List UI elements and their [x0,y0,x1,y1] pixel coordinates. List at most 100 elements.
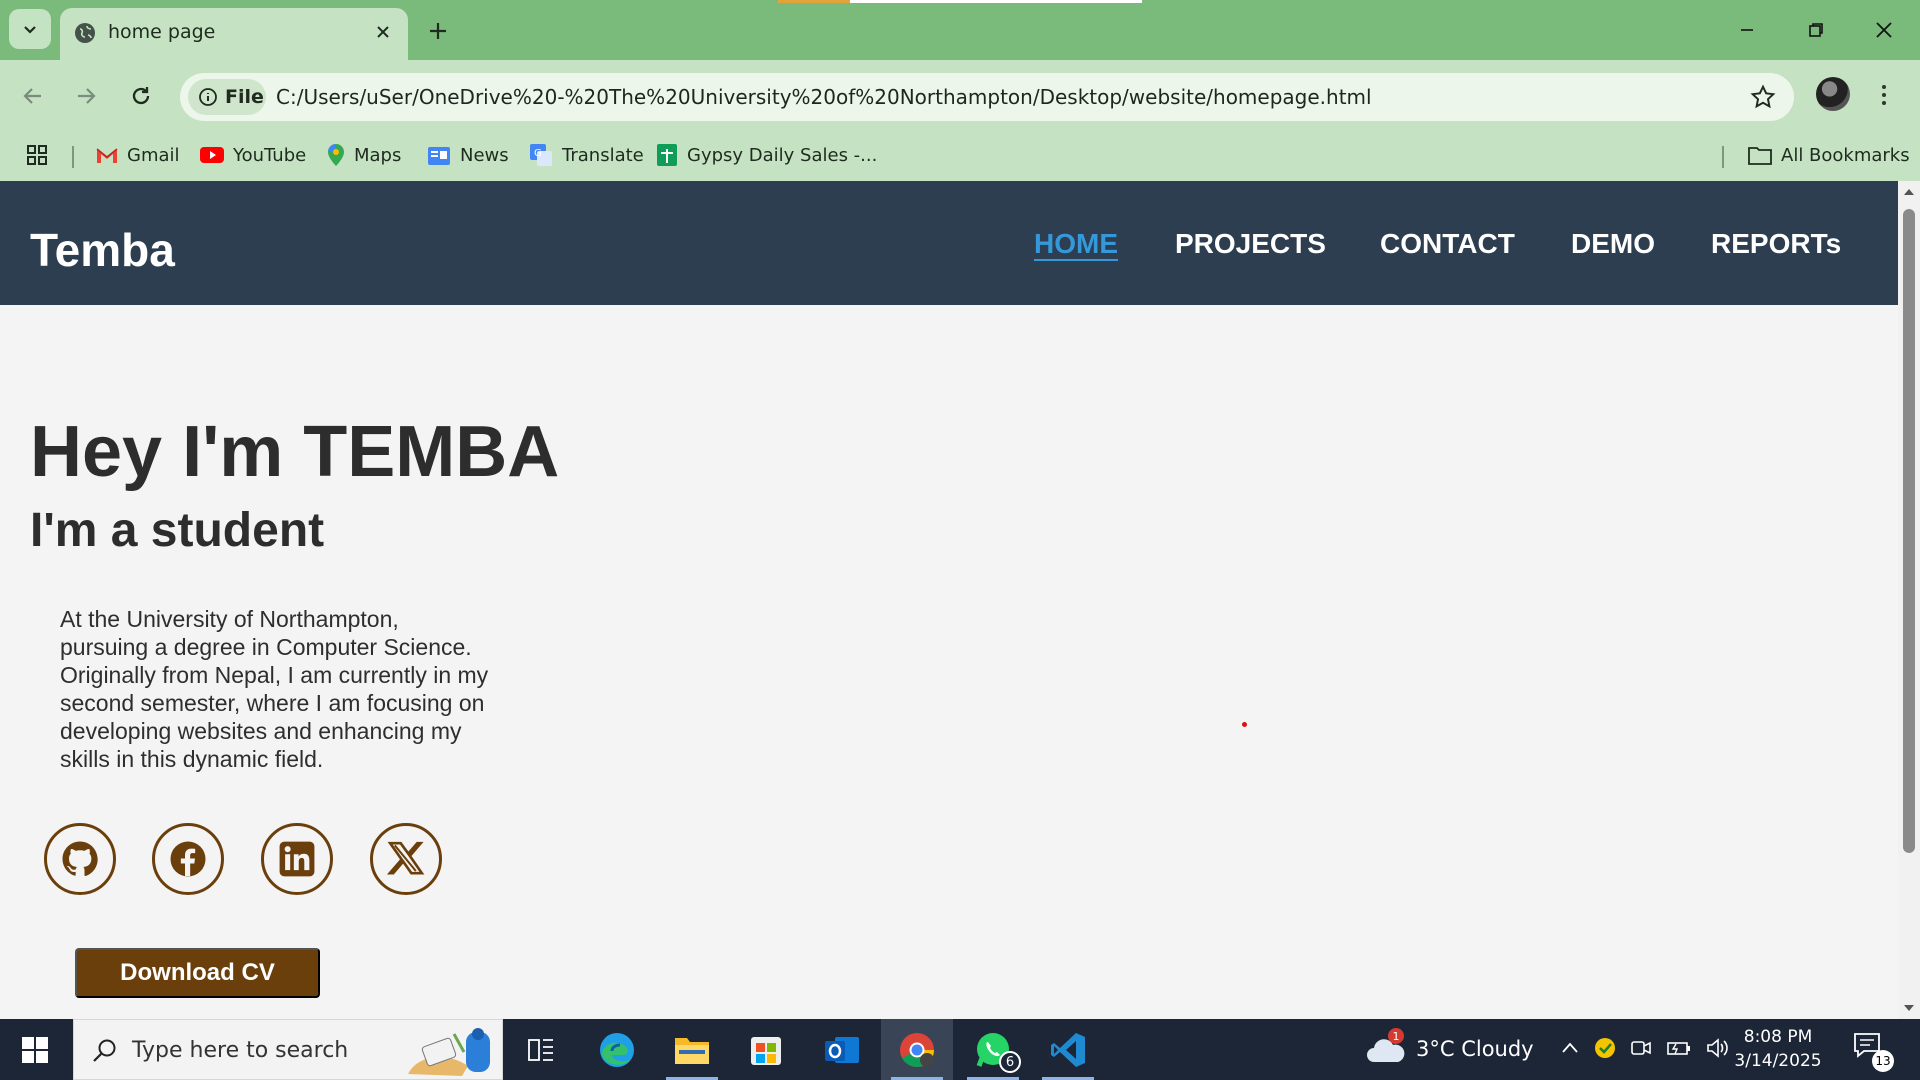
close-icon [377,26,389,38]
minimize-window-button[interactable] [1723,12,1771,48]
windows-logo-icon [22,1036,48,1063]
system-tray [1560,1037,1730,1059]
tab-home-page[interactable]: home page [60,8,408,60]
linkedin-link[interactable] [261,823,333,895]
clock-date: 3/14/2025 [1734,1051,1822,1071]
bookmarks-bar: Gmail YouTube Maps News G Translate Gyps… [0,130,1920,174]
site-header: Temba HOME PROJECTS CONTACT DEMO REPORTs [0,181,1898,305]
back-button[interactable] [15,78,51,114]
bookmark-youtube[interactable]: YouTube [200,142,306,168]
scroll-thumb[interactable] [1903,209,1915,853]
bookmark-label: News [460,144,509,166]
star-icon [1750,84,1776,109]
scroll-down-arrow-icon[interactable] [1903,1003,1915,1013]
gmail-icon [96,148,118,163]
vscode-icon [1051,1032,1085,1067]
svg-text:G: G [534,148,542,159]
facebook-icon [170,841,206,877]
search-highlight-illustration-icon [408,1028,490,1076]
browser-toolbar: File C:/Users/uSer/OneDrive%20-%20The%20… [0,60,1920,190]
site-info-label: File [225,86,264,108]
chevron-up-icon[interactable] [1560,1040,1580,1056]
new-tab-button[interactable] [422,15,454,47]
bookmark-translate[interactable]: G Translate [529,142,644,168]
all-bookmarks-button[interactable]: All Bookmarks [1748,142,1910,168]
web-page: Temba HOME PROJECTS CONTACT DEMO REPORTs… [0,181,1898,1019]
forward-button[interactable] [68,78,104,114]
weather-widget[interactable]: 1 3°C Cloudy [1366,1028,1534,1067]
tab-search-button[interactable] [9,9,51,49]
bookmark-label: YouTube [233,144,307,166]
arrow-right-icon [78,88,96,104]
bookmark-label: Gmail [127,144,180,166]
bookmark-gmail[interactable]: Gmail [96,142,180,168]
meet-now-icon[interactable] [1630,1038,1652,1058]
bookmark-star-button[interactable] [1750,84,1776,115]
browser-menu-button[interactable] [1872,77,1896,113]
weather-text: 3°C Cloudy [1416,1037,1534,1061]
search-placeholder: Type here to search [132,1038,349,1063]
nav-contact[interactable]: CONTACT [1380,228,1515,260]
url-text[interactable]: C:/Users/uSer/OneDrive%20-%20The%20Unive… [276,85,1372,109]
linkedin-icon [279,841,315,877]
bookmark-label: Maps [354,144,402,166]
site-logo[interactable]: Temba [30,223,175,277]
bookmark-maps[interactable]: Maps [327,142,401,168]
scroll-up-arrow-icon[interactable] [1903,187,1915,197]
github-icon [62,841,98,877]
close-window-button[interactable] [1860,12,1908,48]
chrome-taskbar-button[interactable] [881,1019,953,1080]
nav-projects[interactable]: PROJECTS [1175,228,1326,260]
hero-subtitle: I'm a student [30,504,325,557]
weather-alert-badge: 1 [1388,1028,1404,1044]
page-scrollbar[interactable] [1898,181,1920,1019]
whatsapp-taskbar-button[interactable]: 6 [957,1019,1029,1080]
whatsapp-unread-badge: 6 [999,1051,1021,1073]
norton-shield-icon[interactable] [1594,1037,1616,1059]
nav-demo[interactable]: DEMO [1571,228,1655,260]
edge-icon [600,1032,634,1067]
bookmark-gypsy-daily-sales[interactable]: Gypsy Daily Sales -... [656,142,877,168]
edge-taskbar-button[interactable] [581,1019,653,1080]
battery-icon[interactable] [1666,1038,1692,1058]
notification-center-button[interactable]: 13 [1852,1031,1894,1072]
hero-title: Hey I'm TEMBA [30,412,560,492]
reload-button[interactable] [123,78,159,114]
x-twitter-link[interactable] [370,823,442,895]
site-info-chip[interactable]: File [188,79,266,115]
github-link[interactable] [44,823,116,895]
translate-icon: G [530,144,552,166]
outlook-taskbar-button[interactable] [806,1019,878,1080]
bio-paragraph: At the University of Northampton, pursui… [60,606,489,772]
bookmark-news[interactable]: News [427,142,509,168]
taskbar-search-box[interactable]: Type here to search [73,1019,503,1080]
news-icon [428,147,450,165]
apps-button[interactable] [26,142,48,168]
file-explorer-taskbar-button[interactable] [656,1019,728,1080]
windows-taskbar: Type here to search 6 1 3°C Cloudy 8:08 … [0,1019,1920,1080]
apps-grid-icon [27,145,47,165]
nav-home[interactable]: HOME [1034,228,1118,260]
cloud-icon: 1 [1366,1028,1406,1064]
task-view-button[interactable] [505,1019,577,1080]
sheets-icon [657,144,677,166]
nav-reports[interactable]: REPORTs [1711,228,1841,260]
info-icon [199,88,217,106]
profile-avatar[interactable] [1816,77,1850,111]
close-tab-button[interactable] [372,21,394,43]
youtube-icon [200,147,224,163]
x-icon [386,841,425,875]
folder-icon [675,1037,709,1064]
chevron-down-icon [24,26,36,34]
close-icon [1876,22,1892,38]
taskbar-clock[interactable]: 8:08 PM 3/14/2025 [1728,1025,1828,1073]
address-bar[interactable]: File C:/Users/uSer/OneDrive%20-%20The%20… [180,73,1794,121]
microsoft-store-taskbar-button[interactable] [730,1019,802,1080]
loading-indicator-track [850,0,1142,3]
start-button[interactable] [0,1019,70,1080]
volume-icon[interactable] [1706,1038,1730,1058]
restore-window-button[interactable] [1792,12,1840,48]
vscode-taskbar-button[interactable] [1032,1019,1104,1080]
download-cv-button[interactable]: Download CV [75,948,320,998]
facebook-link[interactable] [152,823,224,895]
